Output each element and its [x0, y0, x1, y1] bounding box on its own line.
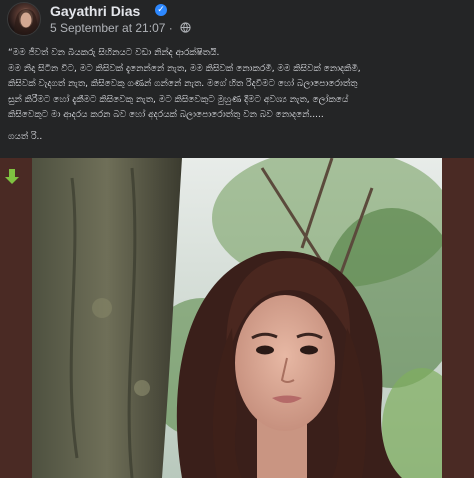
meta-separator: · [168, 21, 173, 35]
avatar[interactable] [7, 2, 41, 36]
down-arrow-icon[interactable] [5, 169, 19, 185]
post-text-line: කිසිවක් වැදගත් නැත, කිසිවෙකු ගණන් ගන්නේ … [8, 79, 358, 89]
post-date[interactable]: 5 September at 21:07 [50, 21, 165, 35]
media-right-margin [442, 158, 474, 478]
post-text-line: කිසිවෙකුට මා ආදරය කරන බව හෝ අදරයක් බලාපො… [8, 110, 324, 120]
post-media[interactable] [0, 158, 474, 478]
media-left-margin [0, 158, 32, 478]
post-author-name[interactable]: Gayathri Dias [50, 3, 140, 19]
verified-badge-icon: ✓ [155, 4, 167, 16]
post-header: Gayathri Dias ✓ 5 September at 21:07 · [0, 0, 474, 40]
post-text: “මම ජීවත් වන බියකරු සිහිනයට වඩා නින්ද ආර… [8, 46, 468, 145]
post-meta: 5 September at 21:07 · [50, 21, 191, 35]
photo-image [32, 158, 442, 478]
post-text-line: සුන් කිරීමට හෝ දැකීමට කිසිවෙකු නැත, මට ක… [8, 94, 349, 105]
post-signature: ගයත් රි.. [8, 131, 43, 142]
post-text-line: මම නිදා සිටින විට, මට කිසිවක් දැනෙන්නේ න… [8, 63, 361, 74]
avatar-image [14, 9, 38, 35]
post-text-line: “මම ජීවත් වන බියකරු සිහිනයට වඩා නින්ද ආර… [8, 48, 220, 58]
globe-icon[interactable] [180, 22, 191, 33]
post-photo[interactable] [32, 158, 442, 478]
